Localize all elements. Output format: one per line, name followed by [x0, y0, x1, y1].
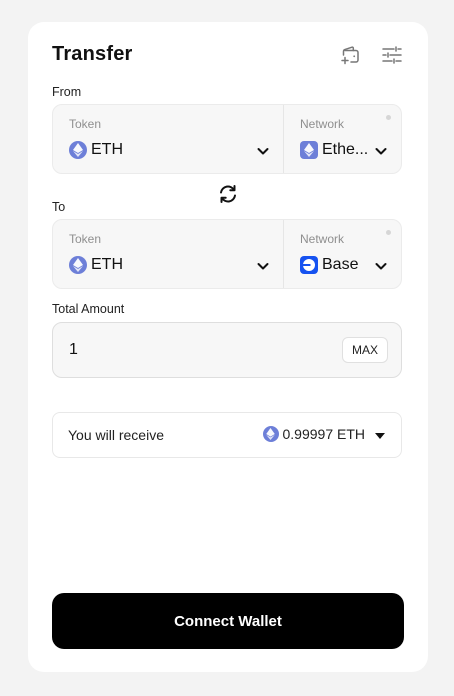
transfer-card: Transfer From Token ETH Network Ethe... … [28, 22, 428, 672]
wallet-plus-icon[interactable] [340, 44, 362, 66]
from-token-label: Token [69, 117, 102, 131]
eth-icon [262, 426, 279, 442]
status-dot [386, 115, 391, 120]
to-token-select[interactable]: Token ETH [53, 220, 283, 288]
from-network-label: Network [300, 117, 345, 131]
chevron-down-icon [375, 263, 387, 270]
eth-icon [69, 256, 87, 274]
from-label: From [52, 85, 82, 99]
caret-down-icon [375, 433, 385, 439]
eth-icon [69, 141, 87, 159]
page-title: Transfer [52, 43, 133, 65]
max-button[interactable]: MAX [341, 337, 388, 363]
to-token-value: ETH [91, 256, 123, 273]
connect-wallet-button[interactable]: Connect Wallet [52, 593, 404, 649]
to-token-label: Token [69, 232, 102, 246]
to-selector: Token ETH Network Base [52, 219, 402, 289]
status-dot [386, 230, 391, 235]
from-network-select[interactable]: Network Ethe... [284, 105, 401, 173]
amount-field[interactable]: 1 MAX [52, 322, 402, 378]
to-label: To [52, 200, 66, 214]
amount-input[interactable]: 1 [69, 341, 78, 359]
from-token-select[interactable]: Token ETH [53, 105, 283, 173]
sliders-icon[interactable] [381, 44, 403, 66]
receive-summary[interactable]: You will receive 0.99997 ETH [52, 412, 402, 458]
from-selector: Token ETH Network Ethe... [52, 104, 402, 174]
to-network-select[interactable]: Network Base [284, 220, 401, 288]
from-network-value: Ethe... [322, 141, 369, 158]
from-token-value: ETH [91, 141, 123, 158]
chevron-down-icon [257, 148, 269, 155]
receive-label: You will receive [68, 427, 164, 443]
chevron-down-icon [375, 148, 387, 155]
chevron-down-icon [257, 263, 269, 270]
to-network-label: Network [300, 232, 345, 246]
base-network-icon [300, 256, 318, 274]
receive-value: 0.99997 ETH [282, 426, 366, 442]
total-amount-label: Total Amount [52, 302, 125, 316]
swap-direction-icon[interactable] [217, 183, 239, 205]
to-network-value: Base [322, 256, 359, 273]
ethereum-network-icon [300, 141, 318, 159]
